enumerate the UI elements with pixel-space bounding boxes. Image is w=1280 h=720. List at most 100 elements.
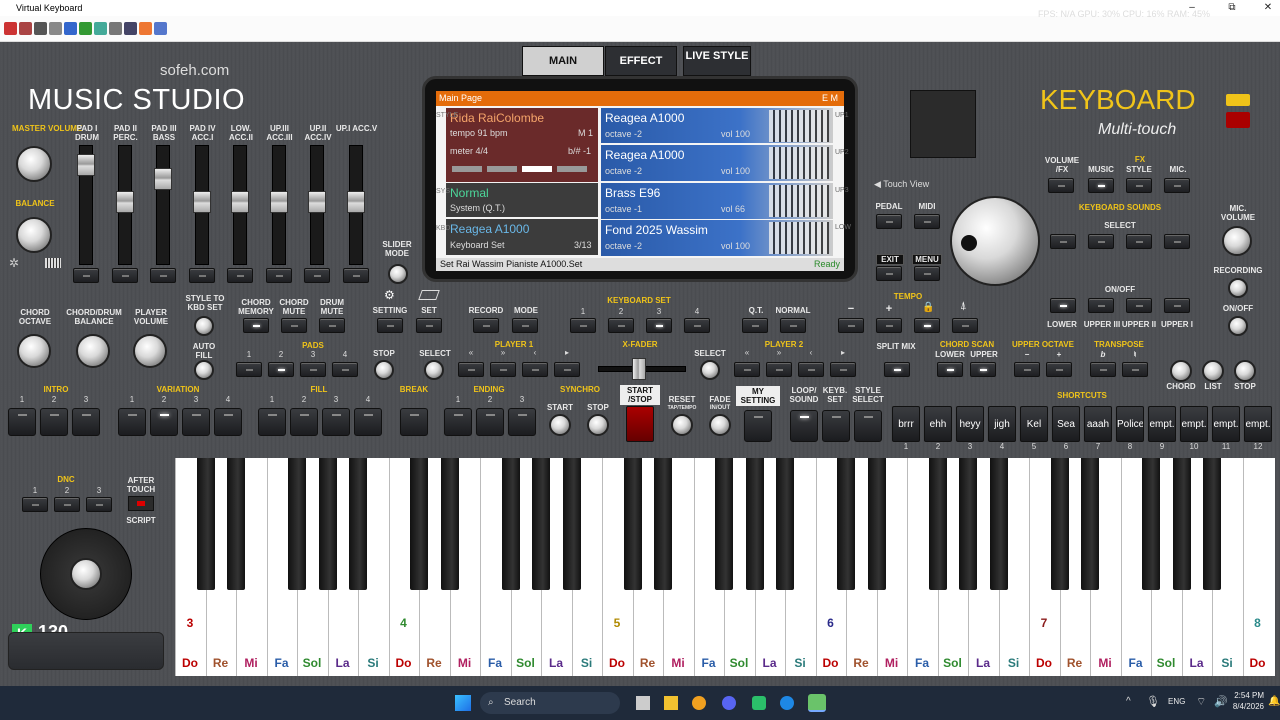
pad-fader-handle-7[interactable] xyxy=(308,191,326,213)
voice-panel-4[interactable]: Fond 2025 Wassim octave -2 vol 100 xyxy=(601,220,833,256)
pad-mute-button-6[interactable] xyxy=(265,268,292,283)
black-key-25[interactable] xyxy=(1203,458,1221,590)
upper-octave-minus-button[interactable] xyxy=(1014,362,1040,377)
dnc-button-3[interactable] xyxy=(86,497,112,512)
black-key-6[interactable] xyxy=(410,458,428,590)
list-icon[interactable] xyxy=(79,22,92,35)
fill-button-1[interactable] xyxy=(258,408,286,436)
pad-button-3[interactable] xyxy=(300,362,326,377)
white-key-36[interactable] xyxy=(1242,458,1273,676)
player2-button-1[interactable] xyxy=(734,362,760,377)
black-key-18[interactable] xyxy=(928,458,947,590)
black-key-9[interactable] xyxy=(532,458,550,590)
player2-button-3[interactable] xyxy=(798,362,824,377)
fill-button-3[interactable] xyxy=(322,408,350,436)
kbd-set-button-4[interactable] xyxy=(684,318,710,333)
pad-mute-button-8[interactable] xyxy=(342,268,369,283)
kbd-sound-onoff-2[interactable] xyxy=(1088,298,1114,313)
chord-scan-upper-button[interactable] xyxy=(970,362,996,377)
chord-octave-knob[interactable] xyxy=(17,334,51,368)
player1-button-2[interactable] xyxy=(490,362,516,377)
menu-button[interactable] xyxy=(914,266,940,281)
piano-icon[interactable] xyxy=(124,22,137,35)
tempo-plus-button[interactable] xyxy=(876,318,902,333)
clock[interactable]: 2:54 PM 8/4/2026 xyxy=(1230,690,1264,712)
split-mix-button[interactable] xyxy=(884,362,910,377)
record-button[interactable] xyxy=(473,318,499,333)
chord-knob[interactable] xyxy=(1170,360,1192,382)
black-key-15[interactable] xyxy=(776,458,794,590)
pad-mute-button-5[interactable] xyxy=(227,268,253,283)
voice-panel-2[interactable]: Reagea A1000 octave -2 vol 100 xyxy=(601,145,833,181)
fill-button-2[interactable] xyxy=(290,408,318,436)
kbd-set-button-1[interactable] xyxy=(570,318,596,333)
pad-fader-6[interactable] xyxy=(269,145,288,265)
recording-knob[interactable] xyxy=(1228,278,1248,298)
shortcut-button-1[interactable]: brrr xyxy=(892,406,920,442)
metronome-button[interactable] xyxy=(952,318,978,333)
dnc-button-2[interactable] xyxy=(54,497,80,512)
kbd-sound-onoff-4[interactable] xyxy=(1164,298,1190,313)
pad-fader-2[interactable] xyxy=(115,145,134,265)
pad-mute-button-4[interactable] xyxy=(188,268,215,283)
ending-button-3[interactable] xyxy=(508,408,536,436)
qt-button[interactable] xyxy=(742,318,768,333)
network-icon[interactable]: ✲ xyxy=(9,256,19,270)
upper-octave-plus-button[interactable] xyxy=(1046,362,1072,377)
black-key-8[interactable] xyxy=(501,458,520,590)
kbd-sound-select-2[interactable] xyxy=(1088,234,1114,249)
shortcut-button-11[interactable]: empt. xyxy=(1212,406,1240,442)
pad-fader-1[interactable] xyxy=(77,145,95,265)
style-to-kbd-knob[interactable] xyxy=(194,316,214,336)
setting-button[interactable] xyxy=(377,318,403,333)
shortcut-button-10[interactable]: empt. xyxy=(1180,406,1208,442)
discord-icon[interactable] xyxy=(722,696,736,710)
shortcut-button-3[interactable]: heyy xyxy=(956,406,984,442)
player1-button-1[interactable] xyxy=(458,362,484,377)
mic-icon[interactable]: 🎙 xyxy=(1146,695,1160,708)
pad-button-2[interactable] xyxy=(268,362,294,377)
pad-fader-handle-5[interactable] xyxy=(231,191,249,213)
chord-memory-button[interactable] xyxy=(243,318,269,333)
reset-knob[interactable] xyxy=(671,414,693,436)
variation-button-3[interactable] xyxy=(182,408,210,436)
style-select-button[interactable] xyxy=(854,410,882,442)
black-key-10[interactable] xyxy=(562,458,581,590)
shortcut-button-12[interactable]: empt. xyxy=(1244,406,1272,442)
refresh-icon[interactable] xyxy=(139,22,152,35)
voice-panel-3[interactable]: Brass E96 octave -1 vol 66 xyxy=(601,183,833,219)
pad-fader-7[interactable] xyxy=(308,145,326,265)
pad-fader-3[interactable] xyxy=(154,145,172,265)
black-key-1[interactable] xyxy=(196,458,215,590)
slider-mode-knob[interactable] xyxy=(388,264,408,284)
restore-button[interactable]: ⧉ xyxy=(1220,0,1244,16)
chord-scan-lower-button[interactable] xyxy=(937,362,963,377)
player1-button-4[interactable] xyxy=(554,362,580,377)
tab-main[interactable]: MAIN xyxy=(522,46,604,76)
close-button[interactable]: ✕ xyxy=(1256,0,1280,16)
variation-button-2[interactable] xyxy=(150,408,178,436)
browser-icon[interactable] xyxy=(780,696,794,710)
ending-button-2[interactable] xyxy=(476,408,504,436)
black-key-11[interactable] xyxy=(623,458,642,590)
kbd-set-button-2[interactable] xyxy=(608,318,634,333)
keyb-set-button[interactable] xyxy=(822,410,850,442)
black-key-22[interactable] xyxy=(1081,458,1099,590)
fill-button-4[interactable] xyxy=(354,408,382,436)
kbd-set-button-3[interactable] xyxy=(646,318,672,333)
joystick-knob[interactable] xyxy=(70,558,102,590)
player2-button-2[interactable] xyxy=(766,362,792,377)
player2-select-knob[interactable] xyxy=(700,360,720,380)
pad-mute-button-3[interactable] xyxy=(150,268,176,283)
help-icon[interactable] xyxy=(154,22,167,35)
sys-panel[interactable]: Normal System (Q.T.) xyxy=(446,183,598,217)
windows-start-icon[interactable] xyxy=(455,695,471,711)
mode-button[interactable] xyxy=(512,318,538,333)
black-key-16[interactable] xyxy=(837,458,855,590)
fx-music-button[interactable] xyxy=(1088,178,1114,193)
transpose-sharp-button[interactable] xyxy=(1122,362,1148,377)
intro-button-1[interactable] xyxy=(8,408,36,436)
shortcut-button-6[interactable]: Sea xyxy=(1052,406,1080,442)
shortcut-button-5[interactable]: Kel xyxy=(1020,406,1048,442)
pad-fader-handle-1[interactable] xyxy=(77,154,95,176)
